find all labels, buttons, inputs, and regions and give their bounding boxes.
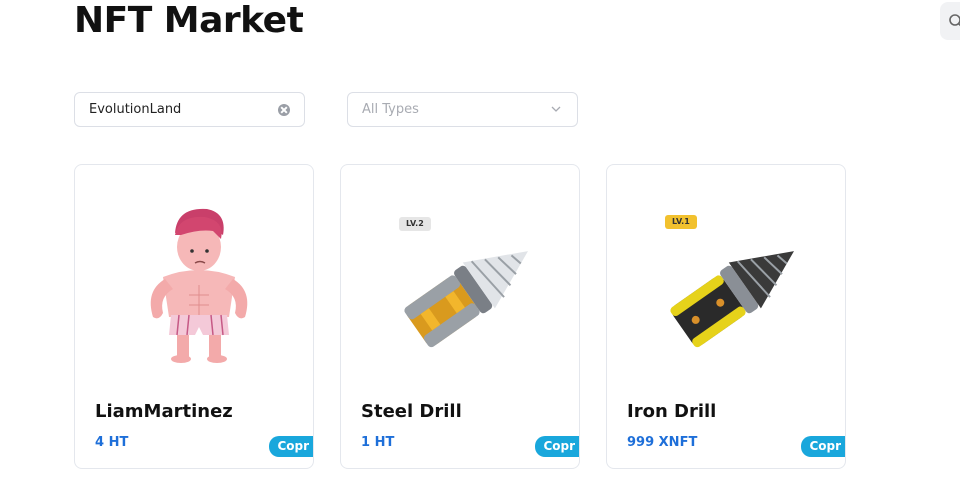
top-search-button[interactable] [940,2,960,40]
chevron-down-icon [551,106,561,112]
nft-card-price: 4 HT [95,435,129,450]
nft-card[interactable]: LV.2 Steel Drill 1 HT Copr [340,164,580,469]
nft-card-badge: Copr [801,436,845,457]
nft-card-name: Iron Drill [627,401,717,422]
nft-card-price: 1 HT [361,435,395,450]
search-input-value: EvolutionLand [89,102,182,117]
page-title: NFT Market [74,0,304,41]
nft-card-price: 999 XNFT [627,435,698,450]
type-select-placeholder: All Types [362,102,419,117]
search-icon [949,14,960,27]
nft-card-name: Steel Drill [361,401,462,422]
muscle-man-character-image [150,208,248,363]
nft-card-badge: Copr [535,436,579,457]
nft-card-name: LiamMartinez [95,401,233,422]
steel-drill-image [404,251,529,348]
nft-card[interactable]: LiamMartinez 4 HT Copr [74,164,314,469]
nft-market-page: NFT Market EvolutionLand All Types LiamM… [0,0,960,486]
nft-card-badge: Copr [269,436,313,457]
nft-card[interactable]: LV.1 Iron Drill 999 XNFT Copr [606,164,846,469]
iron-drill-image [670,251,795,348]
clear-icon[interactable] [278,104,290,116]
collection-search-input[interactable]: EvolutionLand [74,92,305,127]
type-select[interactable]: All Types [347,92,578,127]
